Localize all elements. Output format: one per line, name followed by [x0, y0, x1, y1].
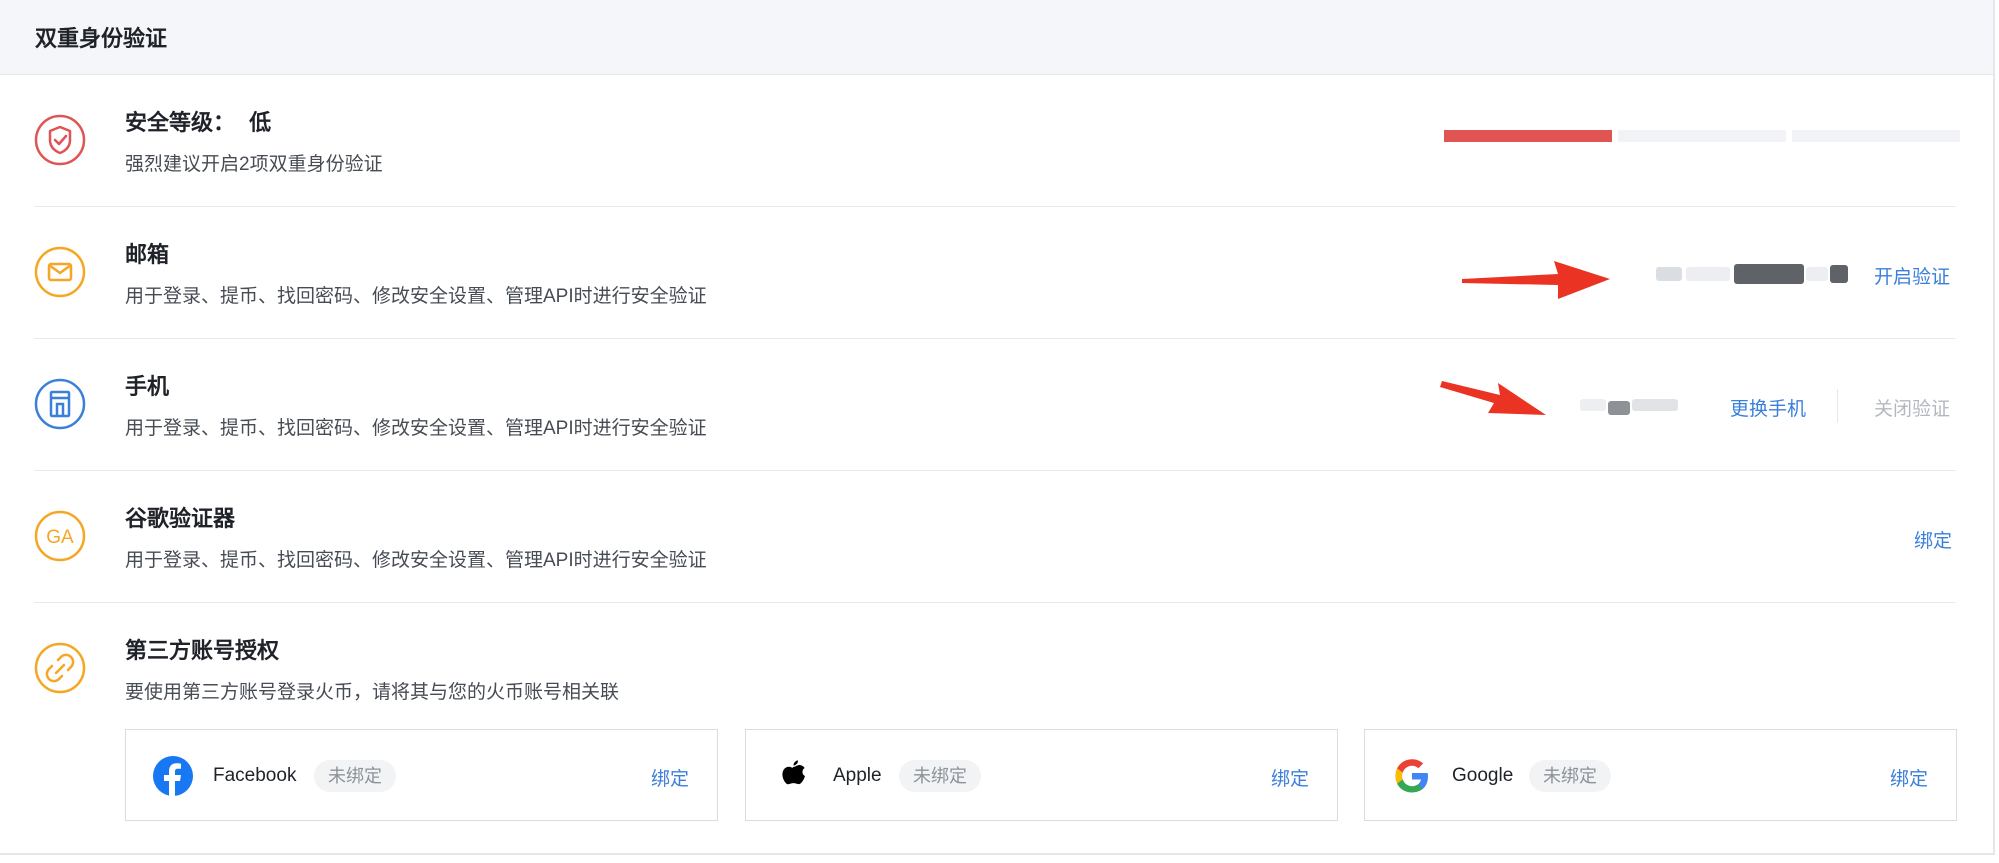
change-phone-link[interactable]: 更换手机: [1730, 394, 1806, 421]
red-arrow-annotation: [1462, 261, 1610, 299]
email-title: 邮箱: [125, 242, 170, 267]
action-divider: [1837, 389, 1838, 423]
google-authenticator-row: GA 谷歌验证器 用于登录、提币、找回密码、修改安全设置、管理API时进行安全验…: [34, 471, 1956, 603]
email-row: 邮箱 用于登录、提币、找回密码、修改安全设置、管理API时进行安全验证 开启验证: [34, 207, 1956, 339]
masked-phone-part-3: [1632, 399, 1678, 411]
masked-email-part-4: [1806, 267, 1828, 281]
security-level-row: 安全等级： 低 强烈建议开启2项双重身份验证: [34, 75, 1960, 207]
google-logo-icon: [1395, 759, 1428, 793]
phone-icon: [34, 378, 86, 430]
security-level-value: 低: [249, 110, 272, 135]
third-party-desc: 要使用第三方账号登录火币，请将其与您的火币账号相关联: [125, 682, 620, 703]
google-authenticator-icon: GA: [34, 510, 86, 562]
google-name: Google: [1452, 765, 1514, 786]
bind-facebook-link[interactable]: 绑定: [651, 764, 689, 791]
google-authenticator-desc: 用于登录、提币、找回密码、修改安全设置、管理API时进行安全验证: [125, 550, 707, 571]
google-authenticator-title: 谷歌验证器: [125, 506, 236, 531]
level-bar-segment-1: [1444, 130, 1612, 142]
security-level-title: 安全等级： 低: [125, 105, 271, 137]
enable-email-verification-link[interactable]: 开启验证: [1874, 262, 1950, 289]
facebook-name: Facebook: [213, 765, 297, 786]
third-party-title: 第三方账号授权: [125, 638, 280, 663]
level-bar-segment-2: [1618, 130, 1786, 142]
panel-header: 双重身份验证: [0, 0, 1993, 75]
email-desc: 用于登录、提币、找回密码、修改安全设置、管理API时进行安全验证: [125, 286, 707, 307]
masked-email-part-2: [1686, 267, 1730, 281]
facebook-logo-icon: [153, 756, 193, 796]
page-title: 双重身份验证: [35, 26, 168, 51]
masked-phone-part-1: [1580, 399, 1606, 411]
mail-icon: [34, 246, 86, 298]
phone-row: 手机 用于登录、提币、找回密码、修改安全设置、管理API时进行安全验证 更换手机…: [34, 339, 1956, 471]
link-icon: [34, 642, 86, 694]
google-card: Google 未绑定 绑定: [1364, 729, 1957, 821]
facebook-card: Facebook 未绑定 绑定: [125, 729, 718, 821]
google-status-badge: 未绑定: [1529, 760, 1611, 792]
apple-card: Apple 未绑定 绑定: [745, 729, 1338, 821]
red-arrow-annotation-2: [1440, 381, 1546, 415]
phone-desc: 用于登录、提币、找回密码、修改安全设置、管理API时进行安全验证: [125, 418, 707, 439]
shield-check-icon: [34, 114, 86, 166]
apple-logo-icon: [782, 760, 805, 785]
apple-name: Apple: [833, 765, 882, 786]
masked-email-part-5: [1830, 265, 1848, 283]
disable-phone-verification-link[interactable]: 关闭验证: [1874, 394, 1950, 421]
bind-google-authenticator-link[interactable]: 绑定: [1914, 526, 1952, 553]
google-authenticator-icon-text: GA: [46, 527, 74, 548]
bind-google-link[interactable]: 绑定: [1890, 764, 1928, 791]
two-factor-panel: 双重身份验证 安全等级： 低 强烈建议开启2项双重身份验证 邮箱 用于登录、提币…: [0, 0, 1995, 855]
level-bar-segment-3: [1792, 130, 1960, 142]
masked-email-part-1: [1656, 267, 1682, 281]
security-level-label: 安全等级：: [125, 110, 236, 135]
masked-email-part-3: [1734, 264, 1804, 284]
masked-phone-part-2: [1608, 401, 1630, 415]
facebook-status-badge: 未绑定: [314, 760, 396, 792]
bind-apple-link[interactable]: 绑定: [1271, 764, 1309, 791]
security-level-desc: 强烈建议开启2项双重身份验证: [125, 154, 383, 175]
apple-status-badge: 未绑定: [899, 760, 981, 792]
phone-title: 手机: [125, 374, 170, 399]
